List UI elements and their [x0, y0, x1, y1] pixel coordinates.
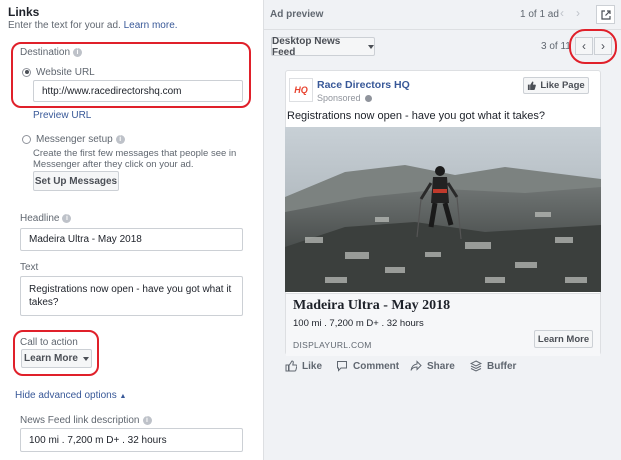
globe-icon [365, 95, 373, 103]
news-feed-description-label: News Feed link description i [20, 415, 152, 426]
info-icon[interactable]: i [115, 134, 125, 144]
ad-creative-panel: Links Enter the text for your ad. Learn … [0, 0, 263, 460]
like-page-button[interactable]: Like Page [523, 77, 589, 94]
headline-label-text: Headline [20, 213, 60, 224]
placement-value: Desktop News Feed [272, 35, 341, 58]
headline-label: Headline i [20, 213, 72, 224]
learn-more-link[interactable]: Learn more. [124, 20, 178, 31]
page-logo[interactable]: HQ [289, 78, 313, 102]
ad-pager-text: 1 of 1 ad [520, 9, 559, 20]
chevron-left-icon[interactable]: ‹ [560, 6, 564, 20]
placement-pager-text: 3 of 11 [541, 41, 571, 52]
like-page-text: Like Page [540, 80, 585, 91]
messenger-radio[interactable] [22, 134, 31, 144]
ad-image[interactable] [285, 127, 601, 292]
hide-advanced-text: Hide advanced options [15, 390, 117, 401]
sponsored-text: Sponsored [317, 93, 361, 103]
thumbs-up-icon [285, 360, 297, 372]
ad-description: 100 mi . 7,200 m D+ . 32 hours [293, 318, 424, 329]
links-section-title: Links [8, 5, 40, 19]
ad-learn-more-button[interactable]: Learn More [534, 330, 593, 348]
preview-url-link[interactable]: Preview URL [33, 110, 91, 121]
comment-action[interactable]: Comment [336, 360, 399, 372]
set-up-messages-button[interactable]: Set Up Messages [33, 171, 119, 191]
page-name-link[interactable]: Race Directors HQ [317, 79, 410, 91]
messenger-description: Create the first few messages that peopl… [33, 148, 236, 170]
display-url: DISPLAYURL.COM [293, 340, 372, 350]
ad-text-line-2: takes? [29, 297, 59, 308]
messenger-desc-line-2: Messenger after they click on your ad. [33, 159, 194, 170]
page-logo-text: HQ [294, 85, 308, 95]
buffer-action[interactable]: Buffer [470, 360, 516, 372]
news-feed-description-input[interactable]: 100 mi . 7,200 m D+ . 32 hours [20, 428, 243, 452]
ad-text-textarea[interactable]: Registrations now open - have you got wh… [20, 276, 243, 316]
annotation-circle-pager [569, 29, 617, 64]
links-section-subtitle: Enter the text for your ad. Learn more. [8, 20, 178, 31]
buffer-icon [470, 360, 482, 372]
comment-action-label: Comment [353, 360, 400, 372]
chevron-down-icon [368, 44, 374, 49]
open-external-button[interactable] [596, 5, 615, 24]
ad-photo-graphic [285, 127, 601, 292]
news-feed-desc-value: 100 mi . 7,200 m D+ . 32 hours [29, 434, 167, 446]
ad-headline[interactable]: Madeira Ultra - May 2018 [293, 298, 450, 314]
news-feed-desc-label-text: News Feed link description [20, 415, 140, 426]
headline-input[interactable]: Madeira Ultra - May 2018 [20, 228, 243, 251]
chevron-right-icon[interactable]: › [576, 6, 580, 20]
share-icon [410, 360, 422, 371]
headline-value: Madeira Ultra - May 2018 [29, 234, 142, 245]
hide-advanced-options-link[interactable]: Hide advanced options ▲ [15, 390, 126, 401]
share-action-label: Share [427, 360, 455, 372]
annotation-circle-cta [13, 330, 99, 376]
messenger-label: Messenger setup [36, 134, 113, 145]
like-action-label: Like [302, 360, 323, 372]
ad-text-line-1: Registrations now open - have you got wh… [29, 284, 232, 295]
thumbs-up-icon [528, 81, 537, 90]
external-link-icon [600, 9, 611, 20]
placement-dropdown[interactable]: Desktop News Feed [271, 35, 375, 58]
messenger-desc-line-1: Create the first few messages that peopl… [33, 148, 237, 159]
chevron-up-icon: ▲ [119, 393, 127, 400]
comment-icon [337, 361, 347, 372]
messenger-setup-option[interactable]: Messenger setup i [22, 134, 125, 145]
buffer-action-label: Buffer [487, 360, 517, 372]
post-text: Registrations now open - have you got wh… [287, 110, 546, 122]
ad-preview-title: Ad preview [270, 9, 324, 20]
text-label: Text [20, 262, 39, 273]
annotation-circle-destination [11, 42, 251, 108]
info-icon[interactable]: i [142, 415, 152, 425]
like-action[interactable]: Like [285, 360, 322, 372]
share-action[interactable]: Share [410, 360, 455, 372]
sponsored-label: Sponsored [317, 93, 373, 103]
info-icon[interactable]: i [62, 213, 72, 223]
divider [263, 29, 621, 30]
links-subtitle-text: Enter the text for your ad. [8, 20, 121, 31]
